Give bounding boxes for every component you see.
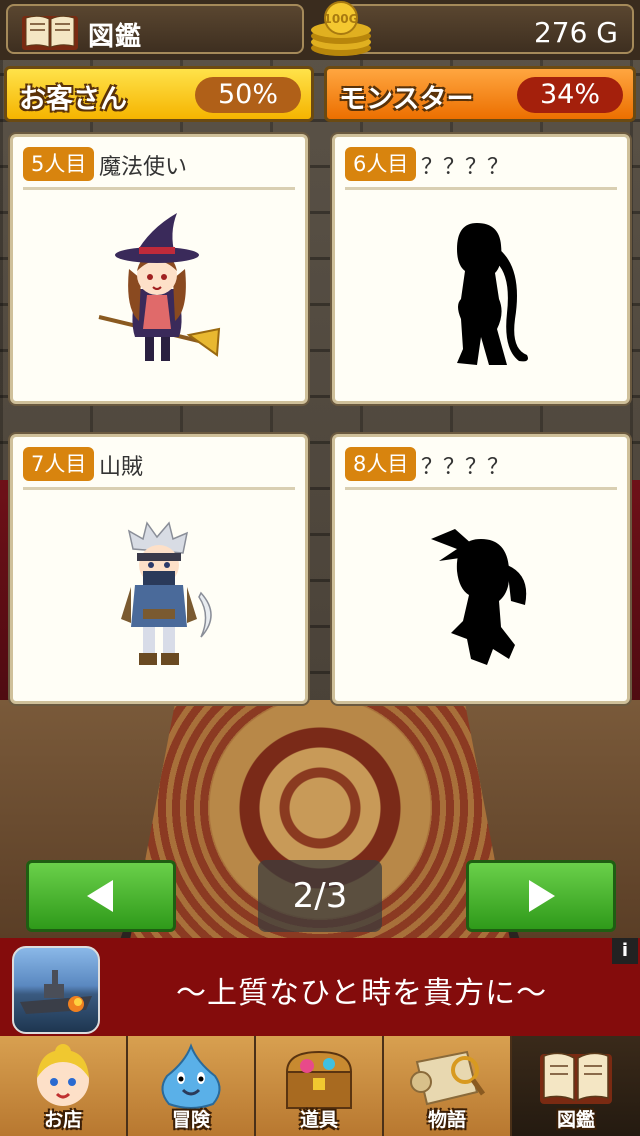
ad-info-icon[interactable]: i	[612, 938, 638, 964]
card-divider	[345, 187, 617, 190]
card-number: 8人目	[345, 447, 417, 481]
nav-item-label: 道具	[299, 1109, 338, 1131]
encyclopedia-card-unknown-8[interactable]: 8人目 ？？？？	[332, 434, 630, 704]
nav-item-shop[interactable]: お店	[0, 1036, 128, 1136]
gold-panel: 276 G	[336, 4, 634, 54]
witch-character-icon	[98, 213, 221, 361]
card-divider	[23, 187, 295, 190]
card-name: 山賊	[99, 455, 144, 480]
nav-item-label: 冒険	[171, 1109, 210, 1131]
card-name: 魔法使い	[99, 155, 188, 180]
encyclopedia-card-witch[interactable]: 5人目 魔法使い	[10, 134, 308, 404]
tab-monsters-label: モンスター	[339, 84, 474, 115]
card-number: 7人目	[23, 447, 95, 481]
coin-label: 100G	[324, 12, 359, 26]
encyclopedia-card-bandit[interactable]: 7人目 山賊	[10, 434, 308, 704]
nav-item-label: 物語	[427, 1109, 466, 1131]
card-divider	[23, 487, 295, 490]
nav-item-label: お店	[43, 1109, 82, 1131]
ad-text: 〜上質なひと時を貴方に〜	[176, 976, 548, 1011]
arrow-right-icon	[529, 880, 555, 912]
gold-amount: 276 G	[533, 16, 618, 49]
customers-progress-badge: 50%	[195, 77, 301, 113]
nav-item-story[interactable]: 物語	[384, 1036, 512, 1136]
nav-item-adventure[interactable]: 冒険	[128, 1036, 256, 1136]
title-panel: 図鑑	[6, 4, 304, 54]
book-icon	[22, 15, 78, 50]
card-divider	[345, 487, 617, 490]
nav-item-encyclopedia[interactable]: 図鑑	[512, 1036, 640, 1136]
page-indicator: 2/3	[258, 860, 382, 932]
unknown-silhouette-icon	[431, 529, 527, 665]
encyclopedia-card-unknown-6[interactable]: 6人目 ？？？？	[332, 134, 630, 404]
top-bar: 図鑑 276 G 100G	[0, 0, 640, 60]
tab-customers[interactable]: お客さん 50%	[4, 66, 314, 122]
tab-customers-label: お客さん	[19, 84, 127, 115]
page-title: 図鑑	[88, 22, 143, 52]
card-name: ？？？？	[421, 155, 510, 180]
card-name: ？？？？	[421, 455, 510, 480]
unknown-silhouette-icon	[457, 223, 528, 365]
gold-coins-icon: 100G	[311, 1, 371, 56]
monsters-progress-badge: 34%	[517, 77, 623, 113]
tab-monsters[interactable]: モンスター 34%	[324, 66, 636, 122]
bandit-character-icon	[121, 521, 212, 665]
card-number: 5人目	[23, 147, 95, 181]
ad-battleship-icon	[12, 946, 100, 1034]
bottom-nav: お店 冒険 道具 物語 図鑑	[0, 1036, 640, 1136]
nav-item-items[interactable]: 道具	[256, 1036, 384, 1136]
next-page-button[interactable]	[466, 860, 616, 932]
prev-page-button[interactable]	[26, 860, 176, 932]
nav-item-label: 図鑑	[556, 1109, 595, 1131]
card-number: 6人目	[345, 147, 417, 181]
ad-banner[interactable]: 〜上質なひと時を貴方に〜 i	[0, 938, 640, 1036]
arrow-left-icon	[87, 880, 113, 912]
